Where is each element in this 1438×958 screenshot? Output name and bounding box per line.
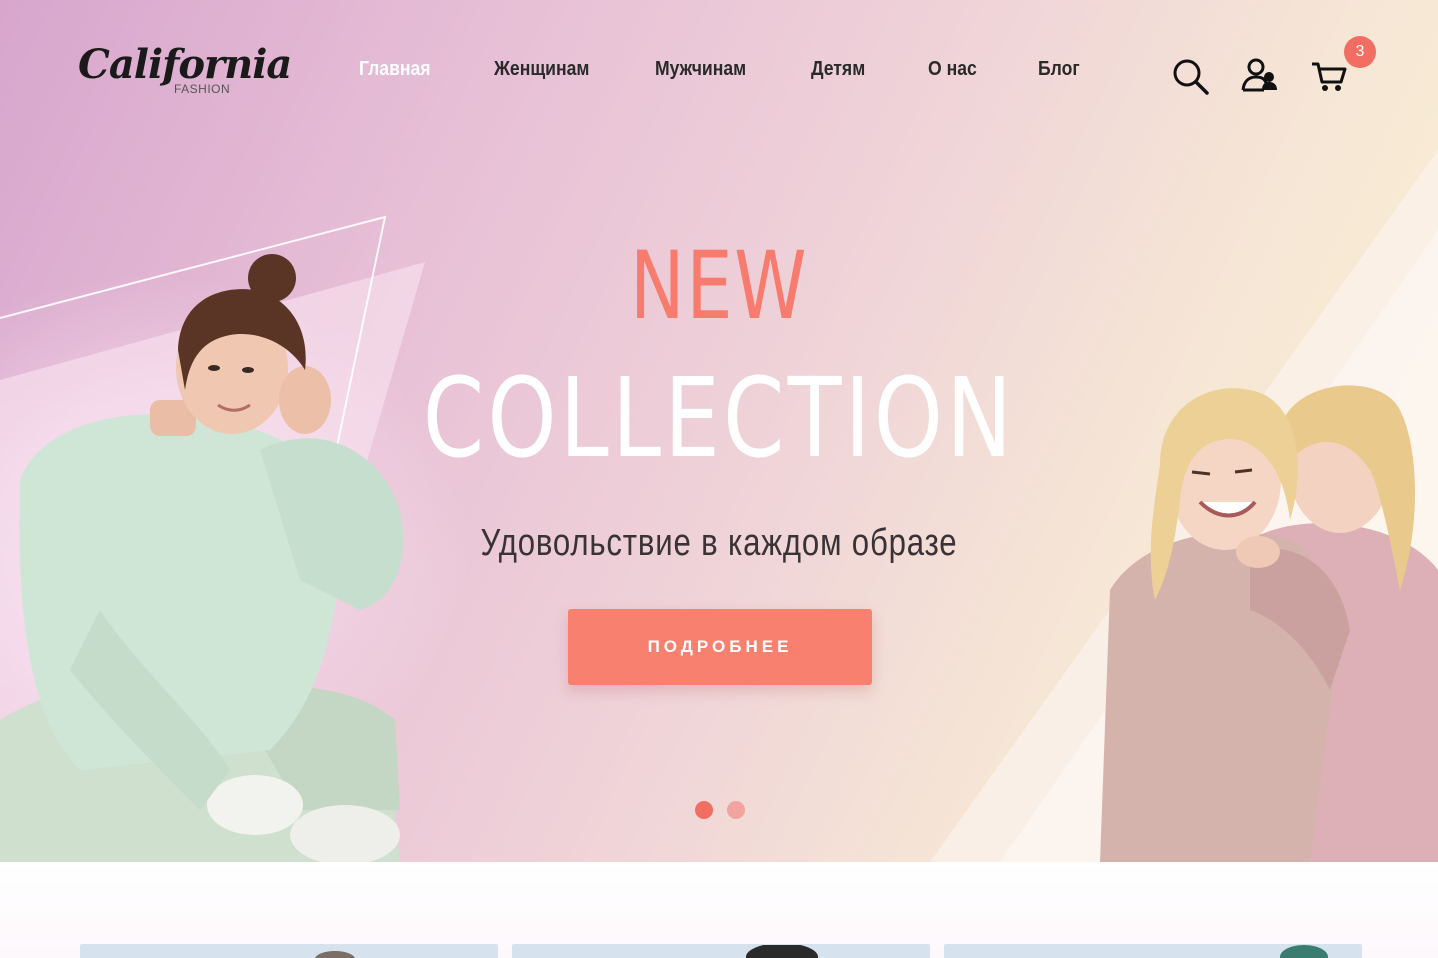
product-card-3[interactable] bbox=[944, 944, 1362, 958]
nav-item-blog[interactable]: Блог bbox=[1038, 58, 1080, 81]
user-icon[interactable] bbox=[1240, 56, 1280, 96]
nav-item-men[interactable]: Мужчинам bbox=[655, 58, 746, 81]
nav-item-about[interactable]: О нас bbox=[928, 58, 977, 81]
more-details-button[interactable]: ПОДРОБНЕЕ bbox=[568, 609, 872, 685]
product-card-2[interactable] bbox=[512, 944, 930, 958]
nav-item-home[interactable]: Главная bbox=[359, 58, 431, 81]
product-card-1[interactable] bbox=[80, 944, 498, 958]
nav-item-kids[interactable]: Детям bbox=[811, 58, 865, 81]
headline-new: NEW bbox=[629, 232, 809, 341]
headline-collection: COLLECTION bbox=[422, 354, 1016, 482]
search-icon[interactable] bbox=[1170, 56, 1210, 96]
product-image-2 bbox=[746, 944, 818, 958]
hero-tagline: Удовольствие в каждом образе bbox=[480, 522, 958, 564]
slider-dot-1[interactable] bbox=[695, 801, 713, 819]
cart-count-badge: 3 bbox=[1344, 36, 1376, 68]
product-image-1 bbox=[315, 951, 355, 958]
main-nav: Главная Женщинам Мужчинам Детям О нас Бл… bbox=[0, 58, 1438, 88]
nav-item-women[interactable]: Женщинам bbox=[494, 58, 589, 81]
cart-icon[interactable] bbox=[1310, 56, 1350, 96]
product-image-3 bbox=[1280, 945, 1328, 958]
slider-dot-2[interactable] bbox=[727, 801, 745, 819]
